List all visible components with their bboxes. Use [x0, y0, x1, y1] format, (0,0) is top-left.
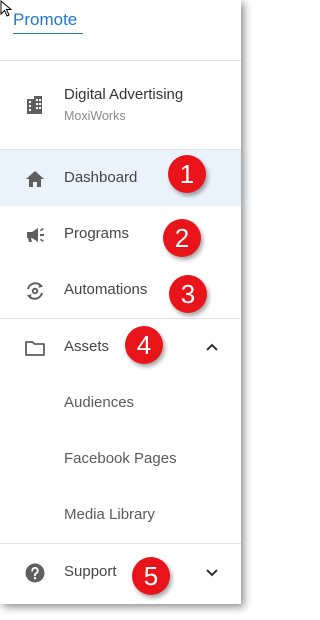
sub-item-media-library[interactable]: Media Library	[64, 506, 155, 523]
nav-label-support: Support	[64, 563, 117, 580]
chevron-up-icon[interactable]	[205, 341, 219, 353]
nav-label-automations: Automations	[64, 281, 148, 298]
sub-item-audiences[interactable]: Audiences	[64, 394, 134, 411]
callout-badge-1: 1	[168, 155, 206, 193]
callout-badge-4: 4	[125, 326, 163, 364]
nav-label-assets: Assets	[64, 338, 110, 355]
nav-label-programs: Programs	[64, 225, 130, 242]
nav-label-dashboard: Dashboard	[64, 169, 138, 186]
nav-item-programs[interactable]: Programs	[0, 206, 241, 262]
automation-sync-icon	[27, 282, 43, 300]
mouse-cursor-icon	[0, 0, 13, 17]
app-brand-link[interactable]: Promote	[13, 10, 77, 30]
megaphone-icon	[27, 228, 44, 242]
callout-badge-5: 5	[132, 557, 170, 595]
home-icon	[26, 171, 44, 187]
callout-badge-3: 3	[169, 275, 207, 313]
chevron-down-icon[interactable]	[205, 566, 219, 578]
folder-icon	[25, 341, 45, 356]
brand-underline	[13, 33, 83, 34]
help-circle-icon	[25, 563, 45, 583]
building-icon	[27, 96, 42, 114]
callout-badge-2: 2	[163, 219, 201, 257]
nav-item-assets[interactable]: Assets	[0, 319, 241, 375]
sub-item-facebook-pages[interactable]: Facebook Pages	[64, 450, 177, 467]
divider	[0, 60, 241, 61]
org-name: Digital Advertising	[64, 86, 184, 103]
nav-item-support[interactable]: Support	[0, 544, 241, 600]
org-subtitle: MoxiWorks	[64, 109, 126, 123]
